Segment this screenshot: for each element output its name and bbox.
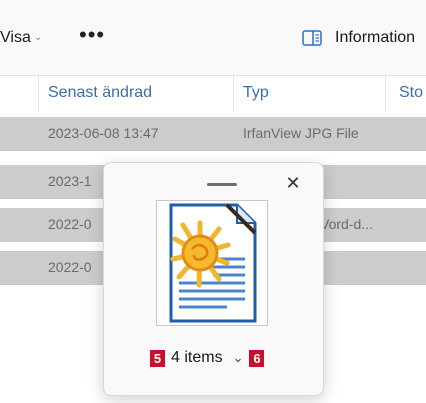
selection-count-row: 5 4 items ⌄ 6: [150, 346, 265, 370]
modified-cell: 2023-06-08 13:47: [48, 125, 159, 141]
libreoffice-writer-document-icon: [169, 203, 257, 323]
modified-cell: 2023-1: [48, 173, 92, 189]
items-count-label: 4 items: [171, 349, 223, 366]
table-row[interactable]: 2023-06-08 13:47 IrfanView JPG File: [0, 117, 426, 151]
information-label: Information: [335, 29, 416, 46]
column-divider[interactable]: [38, 76, 39, 112]
type-cell: IrfanView JPG File: [243, 125, 359, 141]
close-icon[interactable]: ✕: [283, 173, 303, 193]
modified-cell: 2022-0: [48, 216, 92, 232]
column-header-size[interactable]: Sto: [399, 84, 423, 102]
column-header-type[interactable]: Typ: [243, 84, 269, 102]
toolbar: Visa ⌄ ••• Information: [0, 0, 426, 76]
details-pane-icon: [302, 30, 322, 46]
type-cell: Vord-d...: [320, 216, 373, 232]
column-header-modified[interactable]: Senast ändrad: [48, 84, 152, 102]
step-badge: 6: [249, 349, 265, 367]
drag-preview-popup: ✕ 5 4 items ⌄ 6: [103, 162, 324, 396]
file-explorer-window: Visa ⌄ ••• Information Senast ändrad Typ…: [0, 0, 426, 403]
chevron-down-icon: ⌄: [232, 350, 244, 365]
column-divider[interactable]: [385, 76, 386, 112]
file-thumbnail: [156, 200, 268, 326]
modified-cell: 2022-0: [48, 259, 92, 275]
drag-handle[interactable]: [207, 183, 237, 186]
items-dropdown[interactable]: 4 items ⌄: [165, 346, 249, 370]
more-options-button[interactable]: •••: [79, 22, 105, 48]
column-divider[interactable]: [233, 76, 234, 112]
chevron-down-icon[interactable]: ⌄: [34, 32, 42, 43]
step-badge: 5: [150, 349, 165, 367]
information-button[interactable]: Information: [302, 26, 415, 50]
view-menu[interactable]: Visa: [0, 29, 31, 47]
